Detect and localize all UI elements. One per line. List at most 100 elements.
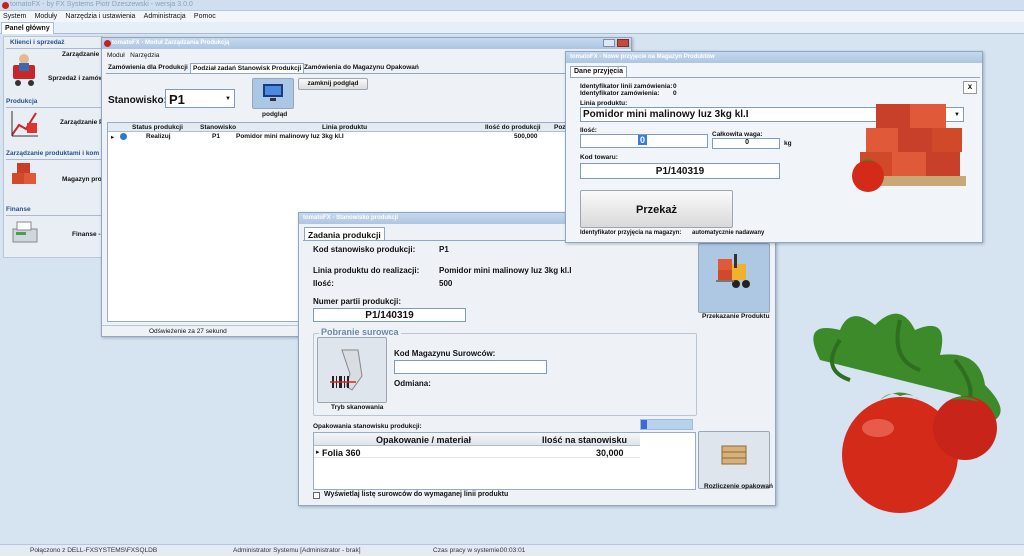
close-preview-button[interactable]: zamknij podgląd [298, 78, 368, 90]
packaging-grid: Opakowanie / materiał Ilość na stanowisk… [313, 432, 696, 490]
scan-mode-label: Tryb skanowania [331, 404, 384, 411]
qty-value: 500 [439, 279, 453, 288]
logged-user: Administrator Systemu [Administrator - b… [233, 547, 361, 554]
cell-station: P1 [212, 133, 220, 140]
table-row[interactable]: ▸ Folia 360 30,000 [314, 446, 640, 458]
menu-modules[interactable]: Moduły [32, 12, 61, 20]
cell-product-line: Pomidor mini malinowy luz 3kg kl.I [236, 133, 344, 140]
sidebar-item-product-warehouse[interactable]: Magazyn pro [62, 176, 102, 183]
qty-label: Ilość: [313, 279, 334, 288]
station-label: Stanowisko: [108, 95, 167, 106]
menu-help[interactable]: Pomoc [191, 12, 219, 20]
section-finance-title: Finanse [6, 206, 31, 213]
product-handover-button[interactable] [698, 243, 770, 313]
wooden-crate-icon [721, 445, 747, 465]
cell-qty: 500,000 [514, 133, 538, 140]
station-select-value: P1 [169, 92, 185, 107]
table-row[interactable]: ▸ Realizuj P1 Pomidor mini malinowy luz … [108, 132, 626, 141]
window-titlebar[interactable]: tomatoFX - Moduł Zarządzania Produkcją [102, 38, 631, 49]
product-code-label: Kod towaru: [580, 154, 618, 161]
tomato-app-icon [104, 40, 111, 47]
module-menubar: Moduł Narzędzia [107, 52, 159, 59]
main-tabstrip: Panel główny [0, 22, 1024, 34]
window-title: tomatoFX - Nowe przyjęcie na Magazyn Pro… [570, 54, 715, 60]
chevron-down-icon: ▼ [225, 96, 231, 102]
menu-module[interactable]: Moduł [107, 52, 125, 59]
tab-production-orders[interactable]: Zamówienia dla Produkcji [106, 63, 190, 72]
app-title: tomatoFX - by FX Systems Piotr Dzeszewsk… [10, 1, 193, 8]
product-code-field[interactable]: P1/140319 [580, 163, 780, 179]
product-receipt-window: tomatoFX - Nowe przyjęcie na Magazyn Pro… [565, 51, 983, 243]
product-line-label: Linia produktu: [580, 100, 628, 107]
order-id-label: Identyfikator zamówienia: [580, 90, 660, 97]
col-station: Stanowisko [200, 124, 237, 131]
tab-receipt-data[interactable]: Dane przyjęcia [570, 66, 628, 77]
qty-input-value: 0 [637, 135, 647, 145]
session-time-value: 00:03:01 [500, 547, 526, 554]
handover-submit-button[interactable]: Przekaż [580, 190, 733, 228]
divider [6, 48, 101, 49]
qty-input[interactable]: 0 [580, 134, 708, 148]
session-time-label: Czas pracy w systemie: [433, 547, 502, 554]
scan-mode-button[interactable] [317, 337, 387, 403]
play-icon[interactable] [120, 133, 127, 140]
raw-code-label: Kod Magazynu Surowców: [394, 349, 496, 358]
packaging-caption: Opakowania stanowisku produkcji: [313, 423, 422, 430]
sidebar-item-client-management[interactable]: Zarządzanie K [62, 51, 106, 58]
production-chart-icon [11, 111, 38, 137]
app-statusbar: Połączono z DELL-FXSYSTEMS\FXSQLDB Admin… [0, 544, 1024, 556]
cell-status: Realizuj [146, 133, 171, 140]
station-window: tomatoFX - Stanowisko produkcji Zadania … [298, 212, 776, 506]
batch-number-field[interactable]: P1/140319 [313, 308, 466, 322]
refresh-status: Odświeżenie za 27 sekund [149, 328, 227, 335]
order-line-id-label: Identyfikator linii zamówienia: [580, 83, 673, 90]
connection-status: Połączono z DELL-FXSYSTEMS\FXSQLDB [30, 547, 158, 554]
shopping-cart-icon [13, 54, 35, 86]
divider [6, 159, 101, 160]
row-pointer-icon: ▸ [111, 134, 115, 141]
app-titlebar: tomatoFX - by FX Systems Piotr Dzeszewsk… [0, 0, 1024, 11]
product-handover-label: Przekazanie Produktu [702, 313, 770, 320]
row-pointer-icon: ▸ [316, 449, 320, 456]
tomato-illustration [813, 313, 1001, 513]
batch-number-label: Numer partii produkcji: [313, 297, 402, 306]
product-line-value: Pomidor mini malinowy luz 3kg kl.I [439, 266, 572, 275]
tomato-crates-illustration [852, 104, 966, 192]
show-raw-materials-label: Wyświetlaj listę surowców do wymaganej l… [324, 491, 509, 498]
divider [570, 77, 980, 78]
col-packaging: Opakowanie / materiał [376, 435, 472, 445]
weight-unit: kg [784, 140, 792, 147]
total-weight-input[interactable]: 0 [712, 138, 780, 149]
menu-tools[interactable]: Narzędzia i ustawienia [62, 12, 138, 20]
window-title: tomatoFX - Stanowisko produkcji [303, 215, 399, 221]
packaging-settlement-label: Rozliczenie opakowań [704, 483, 773, 490]
sidebar-item-finance[interactable]: Finanse - [72, 231, 101, 238]
tab-production-tasks[interactable]: Zadania produkcji [304, 227, 385, 240]
menu-tools[interactable]: Narzędzia [130, 52, 159, 59]
section-production-title: Produkcja [6, 98, 38, 105]
tab-main-panel[interactable]: Panel główny [1, 22, 54, 34]
preview-button[interactable] [252, 78, 294, 109]
packaging-settlement-button[interactable] [698, 431, 770, 489]
maximize-button[interactable] [603, 39, 615, 47]
tab-station-tasks[interactable]: Podział zadań Stanowisk Produkcji [190, 63, 305, 73]
section-clients-title: Klienci i sprzedaż [10, 39, 65, 46]
sidebar-item-production-management[interactable]: Zarządzanie P [60, 119, 103, 126]
sidebar-item-sales[interactable]: Sprzedaż i zamów [48, 75, 104, 82]
station-code-value: P1 [439, 245, 449, 254]
forklift-icon [716, 254, 750, 288]
monitor-icon [263, 84, 283, 101]
station-select[interactable]: P1 ▼ [165, 89, 235, 108]
menu-admin[interactable]: Administracja [141, 12, 189, 20]
show-raw-materials-checkbox[interactable] [313, 492, 320, 499]
app-menubar: System Moduły Narzędzia i ustawienia Adm… [0, 11, 1024, 22]
window-titlebar[interactable]: tomatoFX - Nowe przyjęcie na Magazyn Pro… [566, 52, 982, 63]
progress-bar [640, 419, 693, 430]
raw-code-input[interactable] [394, 360, 547, 374]
tab-packaging-orders[interactable]: Zamówienia do Magazynu Opakowań [302, 63, 421, 72]
menu-system[interactable]: System [0, 12, 29, 20]
receipt-id-value: automatycznie nadawany [692, 230, 765, 236]
close-button[interactable] [617, 39, 629, 47]
window-title: tomatoFX - Moduł Zarządzania Produkcją [112, 40, 230, 46]
variety-label: Odmiana: [394, 379, 431, 388]
